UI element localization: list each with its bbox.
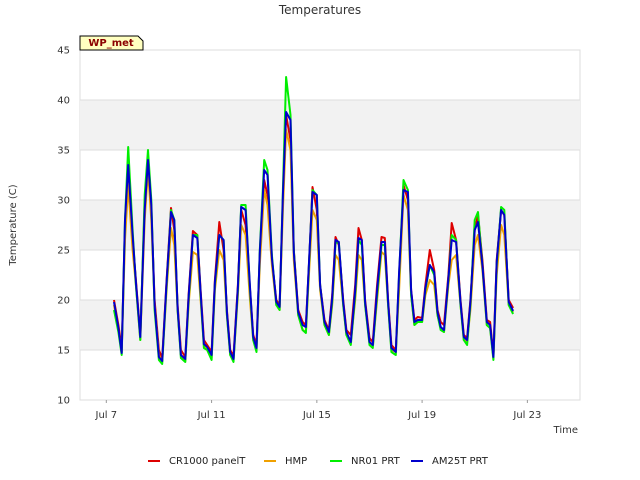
y-tick-label: 45 — [57, 46, 70, 57]
x-axis-ticks: Jul 7 Jul 11 Jul 15 Jul 19 Jul 23 — [95, 400, 541, 421]
y-tick-label: 20 — [57, 296, 70, 307]
legend: CR1000 panelT HMP NR01 PRT AM25T PRT — [148, 456, 489, 467]
chart-title: Temperatures — [278, 3, 361, 17]
legend-label: NR01 PRT — [351, 456, 401, 467]
x-tick-label: Jul 23 — [512, 410, 541, 421]
x-axis-label: Time — [553, 425, 578, 436]
temperature-chart: Temperatures 10 15 20 25 30 35 40 45 Jul 7 Jul 1… — [8, 3, 581, 467]
y-tick-label: 25 — [57, 246, 70, 257]
legend-label: AM25T PRT — [432, 456, 489, 467]
grid-band — [80, 100, 580, 150]
station-badge-label: WP_met — [88, 38, 134, 49]
x-tick-label: Jul 7 — [95, 410, 118, 421]
y-axis-ticks: 10 15 20 25 30 35 40 45 — [57, 46, 70, 407]
x-tick-label: Jul 19 — [407, 410, 436, 421]
y-tick-label: 10 — [57, 396, 70, 407]
y-tick-label: 15 — [57, 346, 70, 357]
legend-label: HMP — [285, 456, 307, 467]
y-tick-label: 40 — [57, 96, 70, 107]
y-tick-label: 35 — [57, 146, 70, 157]
y-axis-label: Temperature (C) — [8, 184, 19, 266]
legend-label: CR1000 panelT — [169, 456, 246, 467]
x-tick-label: Jul 11 — [197, 410, 226, 421]
station-badge: WP_met — [79, 35, 144, 51]
x-tick-label: Jul 15 — [302, 410, 331, 421]
y-tick-label: 30 — [57, 196, 70, 207]
